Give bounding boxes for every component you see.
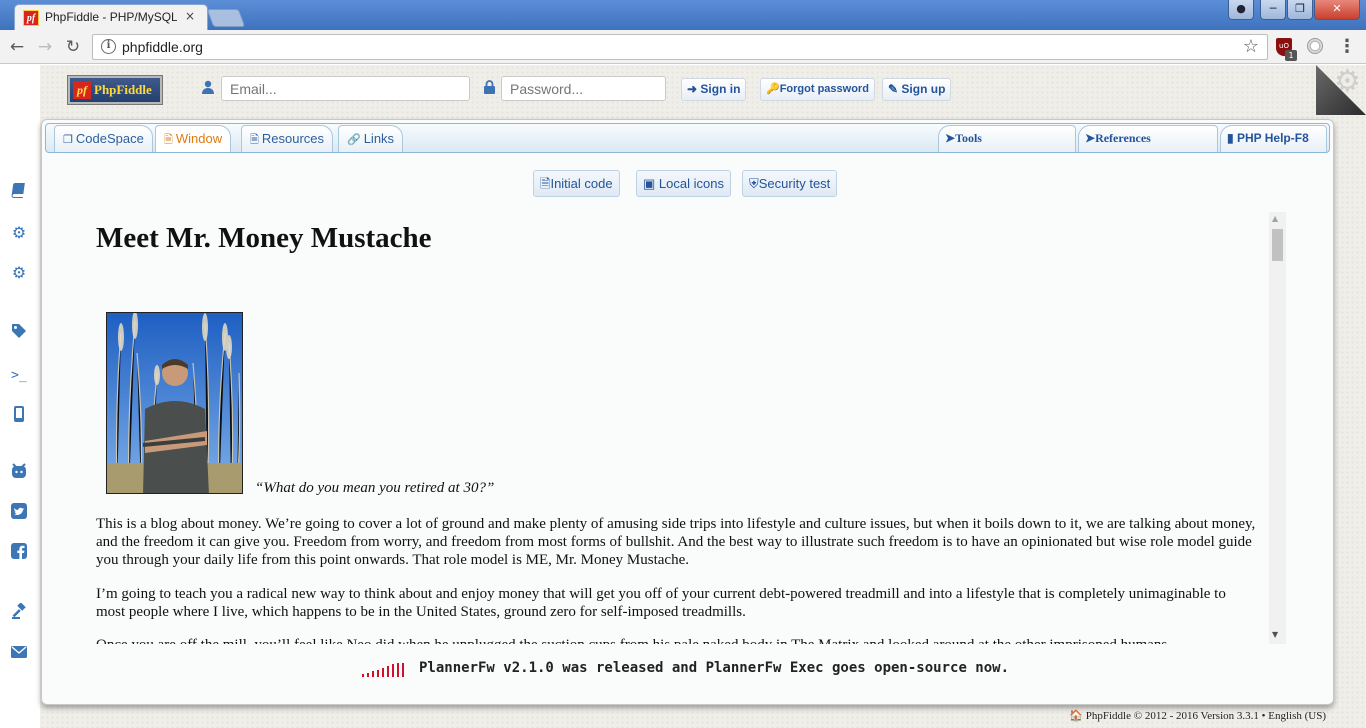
password-field[interactable] — [501, 76, 666, 101]
address-bar[interactable]: i phpfiddle.org ☆ — [92, 34, 1268, 60]
book-icon[interactable] — [9, 182, 29, 202]
announcement-text[interactable]: PlannerFw v2.1.0 was released and Planne… — [419, 660, 1009, 676]
sign-in-button[interactable]: ➜ Sign in — [681, 78, 747, 101]
article-title: Meet Mr. Money Mustache — [96, 222, 432, 254]
tab-window-label: Window — [175, 131, 223, 146]
email-field[interactable] — [221, 76, 470, 101]
sign-in-icon: ➜ — [687, 82, 698, 96]
browser-toolbar: ← → ↻ i phpfiddle.org ☆ uO ⋮ — [0, 30, 1366, 64]
local-icons-label: Local icons — [658, 176, 724, 191]
initial-code-button[interactable]: 🗎Initial code — [533, 170, 620, 197]
shield-icon: ⛨ — [749, 176, 759, 191]
extension-icon[interactable] — [1307, 38, 1323, 54]
location-arrow-icon: ➤ — [1085, 131, 1096, 145]
browser-tab[interactable]: pf PhpFiddle - PHP/MySQL × — [14, 4, 208, 30]
forgot-password-label: Forgot password — [779, 83, 869, 95]
tab-links-label: Links — [363, 131, 395, 146]
key-icon: 🔑 — [766, 83, 780, 95]
browser-titlebar: pf PhpFiddle - PHP/MySQL × ● ─ ❐ ✕ — [0, 0, 1366, 30]
mobile-icon[interactable] — [9, 406, 29, 426]
security-test-button[interactable]: ⛨Security test — [742, 170, 838, 197]
copy-icon: ❐ — [63, 134, 73, 146]
sign-in-label: Sign in — [700, 82, 741, 96]
tab-php-help-label: PHP Help-F8 — [1236, 131, 1309, 145]
cogs-icon[interactable]: ⚙ — [9, 223, 29, 243]
left-sidebar: ⚙ ⚙ >_ — [0, 65, 40, 728]
tab-links[interactable]: 🔗 Links — [338, 125, 404, 152]
file-icon: 🗎 — [164, 134, 173, 146]
ublock-badge: 1 — [1285, 50, 1297, 61]
vertical-scrollbar[interactable] — [1269, 212, 1286, 644]
tab-resources[interactable]: 🗎 Resources — [241, 125, 333, 152]
minimize-icon[interactable]: ─ — [1260, 0, 1286, 20]
tab-close-icon[interactable]: × — [185, 9, 195, 23]
browser-tab-title: PhpFiddle - PHP/MySQL — [45, 10, 177, 24]
author-photo — [106, 312, 243, 494]
tab-php-help[interactable]: ▮ PHP Help-F8 — [1220, 125, 1327, 152]
phpfiddle-logo[interactable]: pf PhpFiddle — [68, 76, 162, 104]
settings-gear-icon[interactable]: ⚙ — [1334, 64, 1361, 99]
local-icons-button[interactable]: ▣ Local icons — [636, 170, 731, 197]
tag-icon[interactable] — [9, 323, 29, 343]
book-icon: ▮ — [1227, 131, 1234, 145]
close-window-icon[interactable]: ✕ — [1314, 0, 1360, 20]
pencil-icon: ✎ — [888, 82, 899, 96]
tab-resources-label: Resources — [261, 131, 324, 146]
forgot-password-button[interactable]: 🔑Forgot password — [760, 78, 875, 101]
file-text-icon: 🗎 — [250, 134, 259, 146]
envelope-icon[interactable] — [9, 644, 29, 664]
article-paragraph-3-clip: Once you are off the mill, you’ll feel l… — [96, 636, 1256, 644]
logo-text: PhpFiddle — [94, 82, 152, 97]
gavel-icon[interactable] — [9, 602, 29, 623]
location-arrow-icon: ➤ — [945, 131, 956, 145]
maximize-icon[interactable]: ❐ — [1287, 0, 1313, 20]
github-icon[interactable] — [9, 463, 29, 483]
scrollbar-thumb[interactable] — [1272, 229, 1283, 261]
signal-bars-icon — [362, 663, 404, 677]
lock-icon — [484, 80, 495, 98]
forward-arrow-icon[interactable]: → — [34, 36, 56, 58]
security-test-label: Security test — [758, 176, 831, 191]
facebook-icon[interactable] — [9, 543, 29, 563]
sign-up-button[interactable]: ✎ Sign up — [882, 78, 952, 101]
terminal-icon[interactable]: >_ — [9, 366, 29, 386]
bookmark-star-icon[interactable]: ☆ — [1243, 36, 1259, 57]
tab-references-label: References — [1095, 131, 1151, 145]
tab-codespace[interactable]: ❐ CodeSpace — [54, 125, 153, 152]
file-code-icon: 🗎 — [540, 176, 551, 191]
logo-mark: pf — [73, 81, 91, 99]
reload-icon[interactable]: ↻ — [62, 36, 84, 58]
tab-tools[interactable]: ➤Tools — [938, 125, 1076, 152]
article-paragraph-1: This is a blog about money. We’re going … — [96, 516, 1256, 568]
sign-up-label: Sign up — [901, 82, 946, 96]
info-icon[interactable]: i — [101, 39, 116, 54]
footer-info: 🏠 PhpFiddle © 2012 - 2016 Version 3.3.1 … — [1069, 710, 1326, 722]
phpfiddle-favicon-icon: pf — [23, 10, 39, 26]
url-text[interactable]: phpfiddle.org — [122, 39, 203, 55]
scroll-down-icon[interactable]: ▼ — [1272, 630, 1278, 639]
chrome-menu-icon[interactable]: ⋮ — [1338, 36, 1356, 57]
tab-window[interactable]: 🗎 Window — [155, 125, 232, 152]
user-icon — [202, 80, 214, 98]
tab-references[interactable]: ➤References — [1078, 125, 1218, 152]
photo-caption: “What do you mean you retired at 30?” — [255, 480, 495, 496]
back-arrow-icon[interactable]: ← — [6, 36, 28, 58]
article-paragraph-2: I’m going to teach you a radical new way… — [96, 586, 1226, 620]
article-paragraph-3: Once you are off the mill, you’ll feel l… — [96, 636, 1256, 644]
tab-codespace-label: CodeSpace — [75, 131, 144, 146]
profile-icon[interactable]: ● — [1228, 0, 1254, 20]
tab-tools-label: Tools — [955, 131, 982, 145]
initial-code-label: Initial code — [550, 176, 613, 191]
twitter-icon[interactable] — [9, 503, 29, 523]
scroll-up-icon[interactable]: ▲ — [1272, 214, 1278, 223]
gear-icon[interactable]: ⚙ — [9, 263, 29, 283]
link-icon: 🔗 — [347, 134, 361, 146]
image-icon: ▣ — [643, 176, 656, 191]
new-tab-button[interactable] — [206, 9, 246, 27]
